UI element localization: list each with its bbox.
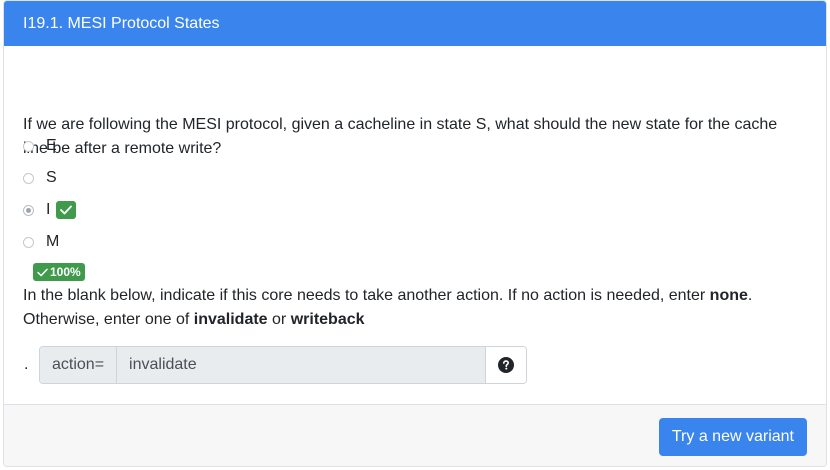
option-m[interactable]: M: [23, 233, 59, 251]
action-label: action=: [40, 347, 118, 383]
action-input[interactable]: invalidate: [117, 347, 485, 383]
instructions-writeback: writeback: [290, 311, 365, 328]
question-card: I19.1. MESI Protocol States If we are fo…: [3, 0, 827, 467]
help-button[interactable]: [485, 347, 526, 383]
question-mark-icon: [498, 357, 514, 373]
radio-s[interactable]: [23, 172, 34, 184]
score-check-icon: [37, 268, 48, 276]
radio-m[interactable]: [23, 236, 34, 248]
option-s-label: S: [46, 169, 57, 186]
option-m-label: M: [46, 233, 60, 250]
question-text: If we are following the MESI protocol, g…: [23, 116, 778, 157]
score-badge: 100%: [33, 263, 85, 281]
option-i-label: I: [46, 201, 51, 218]
radio-e[interactable]: [23, 140, 34, 152]
instructions-or: or: [267, 311, 291, 328]
option-i[interactable]: I: [23, 201, 77, 219]
instructions-invalidate: invalidate: [193, 311, 268, 328]
instructions-none: none: [709, 287, 748, 304]
instructions-part1: In the blank below, indicate if this cor…: [23, 287, 710, 304]
radio-i[interactable]: [23, 204, 34, 216]
option-e-label: E: [46, 137, 57, 154]
option-s[interactable]: S: [23, 169, 57, 187]
card-header: I19.1. MESI Protocol States: [4, 1, 826, 46]
correct-check-icon: [56, 201, 77, 219]
score-text: 100%: [50, 265, 81, 279]
question-title: I19.1. MESI Protocol States: [23, 14, 220, 32]
option-e[interactable]: E: [23, 137, 57, 155]
radio-selected-dot: [26, 207, 31, 213]
try-new-variant-button[interactable]: Try a new variant: [658, 418, 807, 456]
answer-input-group: action= invalidate: [39, 346, 527, 384]
answer-prefix: .: [24, 356, 29, 373]
blank-instructions: In the blank below, indicate if this cor…: [23, 284, 803, 332]
card-footer: Try a new variant: [4, 404, 826, 466]
